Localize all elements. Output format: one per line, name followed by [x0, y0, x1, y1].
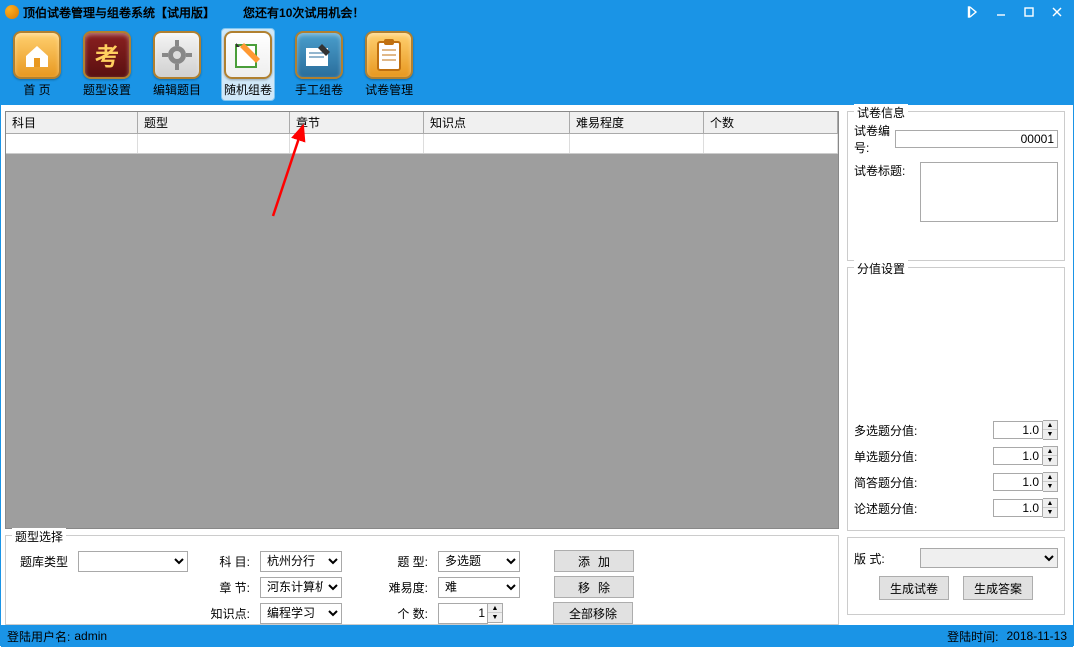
- down-arrow-icon[interactable]: ▼: [1043, 482, 1057, 491]
- toolbar-label: 试卷管理: [365, 81, 413, 98]
- up-arrow-icon[interactable]: ▲: [1043, 499, 1057, 508]
- login-user-label: 登陆用户名:: [7, 628, 70, 645]
- write-icon: [295, 31, 343, 79]
- label-multi: 多选题分值:: [854, 422, 934, 439]
- remove-all-button[interactable]: 全部移除: [553, 602, 633, 624]
- down-arrow-icon[interactable]: ▼: [1043, 430, 1057, 439]
- format-group: 版 式: 生成试卷 生成答案: [847, 537, 1065, 615]
- short-score-stepper[interactable]: ▲▼: [993, 472, 1058, 492]
- add-button[interactable]: 添加: [554, 550, 634, 572]
- col-knowledge: 知识点: [424, 112, 570, 133]
- col-type: 题型: [138, 112, 290, 133]
- label-single: 单选题分值:: [854, 448, 934, 465]
- help-button[interactable]: [961, 3, 985, 21]
- toolbar-label: 手工组卷: [295, 81, 343, 98]
- generate-answer-button[interactable]: 生成答案: [963, 576, 1033, 600]
- down-arrow-icon[interactable]: ▼: [488, 613, 502, 622]
- down-arrow-icon[interactable]: ▼: [1043, 508, 1057, 517]
- toolbar-edit-questions[interactable]: 编辑题目: [151, 29, 203, 100]
- type-select[interactable]: 多选题: [438, 551, 520, 572]
- statusbar: 登陆用户名: admin 登陆时间: 2018-11-13: [1, 625, 1073, 647]
- questions-grid[interactable]: 科目 题型 章节 知识点 难易程度 个数: [5, 111, 839, 529]
- generate-paper-button[interactable]: 生成试卷: [879, 576, 949, 600]
- label-count: 个 数:: [376, 605, 428, 622]
- knowledge-select[interactable]: 编程学习: [260, 603, 342, 624]
- single-score-stepper[interactable]: ▲▼: [993, 446, 1058, 466]
- maximize-button[interactable]: [1017, 3, 1041, 21]
- titlebar: 顶伯试卷管理与组卷系统【试用版】 您还有10次试用机会！: [1, 1, 1073, 23]
- count-input[interactable]: [438, 603, 488, 624]
- down-arrow-icon[interactable]: ▼: [1043, 456, 1057, 465]
- selection-panel: 题型选择 题库类型 科 目: 杭州分行 题 型: 多选题 添加 章 节: 河东计…: [5, 535, 839, 625]
- home-icon: [13, 31, 61, 79]
- toolbar-random-compose[interactable]: 随机组卷: [221, 28, 275, 101]
- multi-score-stepper[interactable]: ▲▼: [993, 420, 1058, 440]
- col-difficulty: 难易程度: [570, 112, 704, 133]
- app-icon: [5, 5, 19, 19]
- app-title: 顶伯试卷管理与组卷系统【试用版】: [23, 4, 215, 21]
- minimize-button[interactable]: [989, 3, 1013, 21]
- exam-icon: 考: [83, 31, 131, 79]
- label-format: 版 式:: [854, 550, 920, 567]
- login-user-value: admin: [74, 629, 107, 643]
- label-bank-type: 题库类型: [16, 553, 68, 570]
- essay-score-stepper[interactable]: ▲▼: [993, 498, 1058, 518]
- col-count: 个数: [704, 112, 838, 133]
- toolbar-label: 编辑题目: [153, 81, 201, 98]
- paper-info-group: 试卷信息 试卷编号: 试卷标题:: [847, 111, 1065, 261]
- col-subject: 科目: [6, 112, 138, 133]
- toolbar-manual-compose[interactable]: 手工组卷: [293, 29, 345, 100]
- score-legend: 分值设置: [854, 260, 908, 277]
- label-essay: 论述题分值:: [854, 500, 934, 517]
- label-difficulty: 难易度:: [376, 579, 428, 596]
- chapter-select[interactable]: 河东计算机考: [260, 577, 342, 598]
- up-arrow-icon[interactable]: ▲: [1043, 421, 1057, 430]
- selection-legend: 题型选择: [12, 528, 66, 545]
- col-chapter: 章节: [290, 112, 424, 133]
- toolbar-label: 首 页: [23, 81, 50, 98]
- grid-header: 科目 题型 章节 知识点 难易程度 个数: [6, 112, 838, 134]
- count-stepper[interactable]: ▲▼: [438, 603, 503, 624]
- login-time-value: 2018-11-13: [1007, 629, 1068, 643]
- subject-select[interactable]: 杭州分行: [260, 551, 342, 572]
- up-arrow-icon[interactable]: ▲: [488, 604, 502, 613]
- grid-empty-row: [6, 134, 838, 154]
- label-type: 题 型:: [376, 553, 428, 570]
- trial-notice: 您还有10次试用机会！: [243, 4, 364, 21]
- label-knowledge: 知识点:: [198, 605, 250, 622]
- format-select[interactable]: [920, 548, 1058, 568]
- gear-icon: [153, 31, 201, 79]
- label-short: 简答题分值:: [854, 474, 934, 491]
- label-paper-title: 试卷标题:: [854, 162, 920, 179]
- difficulty-select[interactable]: 难: [438, 577, 520, 598]
- label-subject: 科 目:: [198, 553, 250, 570]
- toolbar-label: 随机组卷: [224, 81, 272, 98]
- remove-button[interactable]: 移除: [554, 576, 634, 598]
- toolbar: 首 页 考 题型设置 编辑题目 随机组卷 手工组卷 试卷管理: [1, 23, 1073, 105]
- toolbar-type-settings[interactable]: 考 题型设置: [81, 29, 133, 100]
- bank-type-select[interactable]: [78, 551, 188, 572]
- toolbar-paper-manage[interactable]: 试卷管理: [363, 29, 415, 100]
- score-group: 分值设置 多选题分值:▲▼ 单选题分值:▲▼ 简答题分值:▲▼ 论述题分值:▲▼: [847, 267, 1065, 531]
- label-chapter: 章 节:: [198, 579, 250, 596]
- label-paper-no: 试卷编号:: [854, 122, 895, 156]
- login-time-label: 登陆时间:: [947, 628, 998, 645]
- paper-title-input[interactable]: [920, 162, 1058, 222]
- toolbar-home[interactable]: 首 页: [11, 29, 63, 100]
- paper-info-legend: 试卷信息: [854, 104, 908, 121]
- pencil-note-icon: [224, 31, 272, 79]
- toolbar-label: 题型设置: [83, 81, 131, 98]
- close-button[interactable]: [1045, 3, 1069, 21]
- up-arrow-icon[interactable]: ▲: [1043, 473, 1057, 482]
- up-arrow-icon[interactable]: ▲: [1043, 447, 1057, 456]
- paper-no-input[interactable]: [895, 130, 1058, 148]
- clipboard-icon: [365, 31, 413, 79]
